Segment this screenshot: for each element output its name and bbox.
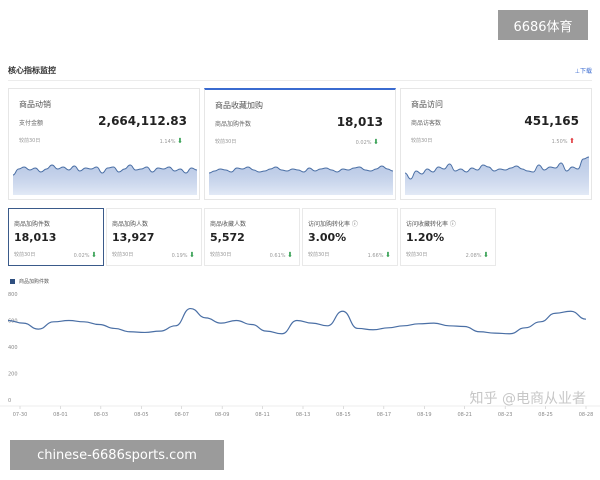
kpi-value: 13,927 <box>112 231 155 244</box>
section-title: 核心指标监控 <box>8 65 56 75</box>
x-tick-label: 07-30 <box>13 412 28 418</box>
arrow-down-icon: ⬇ <box>91 251 97 259</box>
kpi-change-value: 0.61% <box>269 253 286 259</box>
x-tick-label: 08-17 <box>377 412 392 418</box>
kpi-change-value: 2.08% <box>465 253 482 259</box>
kpi-change: 1.66% ⬇ <box>368 251 391 259</box>
arrow-down-icon: ⬇ <box>373 138 379 146</box>
x-tick-label: 08-11 <box>255 412 270 418</box>
x-tick-label: 08-09 <box>215 412 230 418</box>
kpi-visit-favorite-conversion[interactable]: 访问收藏转化率 ⓘ 1.20% 较前30日 2.08% ⬇ <box>400 208 496 266</box>
kpi-compare-label: 较前30日 <box>112 252 134 258</box>
series-line <box>7 307 587 335</box>
x-tick-label: 08-03 <box>94 412 109 418</box>
x-tick-label: 08-01 <box>53 412 68 418</box>
card-title: 商品动销 <box>19 100 51 109</box>
kpi-compare-label: 较前30日 <box>308 252 330 258</box>
card-metric-label: 商品访客数 <box>411 120 442 127</box>
x-tick-label: 08-21 <box>457 412 472 418</box>
watermark-text: 知乎 @电商从业者 <box>469 391 586 407</box>
kpi-change-value: 1.66% <box>367 253 384 259</box>
card-value: 18,013 <box>336 115 383 129</box>
arrow-down-icon: ⬇ <box>483 251 489 259</box>
sparkline-area <box>13 165 197 195</box>
brand-badge: 6686体育 <box>498 10 588 40</box>
sparkline <box>209 165 393 195</box>
x-tick-label: 08-05 <box>134 412 149 418</box>
kpi-change-value: 0.02% <box>73 253 90 259</box>
x-tick-label: 08-28 <box>579 412 594 418</box>
kpi-change: 0.19% ⬇ <box>172 251 195 259</box>
x-tick-label: 08-07 <box>174 412 189 418</box>
kpi-value: 5,572 <box>210 231 245 244</box>
card-change: 1.50% ⬆ <box>552 137 575 145</box>
kpi-title: 商品加购人数 <box>112 221 149 228</box>
card-title: 商品收藏加购 <box>215 101 263 110</box>
card-metric-label: 支付金额 <box>19 120 44 127</box>
card-favorites[interactable]: 商品收藏加购 商品加购件数 18,013 较前30日 0.02% ⬇ <box>204 88 396 200</box>
kpi-value: 18,013 <box>14 231 57 244</box>
kpi-change-value: 0.19% <box>171 253 188 259</box>
card-compare-label: 较前30日 <box>215 139 237 145</box>
y-tick-label: 0 <box>8 398 11 404</box>
y-tick-label: 400 <box>8 345 18 351</box>
kpi-title: 商品加购件数 <box>14 221 51 228</box>
kpi-compare-label: 较前30日 <box>406 252 428 258</box>
kpi-value: 1.20% <box>406 231 445 244</box>
kpi-title: 访问收藏转化率 ⓘ <box>406 221 456 228</box>
y-tick-label: 800 <box>8 292 18 298</box>
card-visits[interactable]: 商品访问 商品访客数 451,165 较前30日 1.50% ⬆ <box>400 88 592 200</box>
download-link[interactable]: ⊥下载 <box>575 66 592 75</box>
card-change-value: 1.14% <box>159 139 176 145</box>
kpi-title: 商品收藏人数 <box>210 221 247 228</box>
card-change-value: 1.50% <box>551 139 568 145</box>
x-tick-label: 08-23 <box>498 412 513 418</box>
x-tick-label: 08-19 <box>417 412 432 418</box>
card-value: 2,664,112.83 <box>98 114 187 128</box>
card-value: 451,165 <box>524 114 579 128</box>
card-compare-label: 较前30日 <box>411 138 433 144</box>
x-tick-label: 08-25 <box>538 412 553 418</box>
kpi-visit-cart-conversion[interactable]: 访问加购转化率 ⓘ 3.00% 较前30日 1.66% ⬇ <box>302 208 398 266</box>
card-title: 商品访问 <box>411 100 443 109</box>
y-tick-label: 200 <box>8 372 18 378</box>
kpi-change: 0.61% ⬇ <box>270 251 293 259</box>
card-sales[interactable]: 商品动销 支付金额 2,664,112.83 较前30日 1.14% ⬇ <box>8 88 200 200</box>
x-tick-label: 08-13 <box>296 412 311 418</box>
card-metric-label: 商品加购件数 <box>215 121 252 128</box>
arrow-down-icon: ⬇ <box>385 251 391 259</box>
arrow-down-icon: ⬇ <box>287 251 293 259</box>
sparkline <box>13 164 197 195</box>
kpi-title: 访问加购转化率 ⓘ <box>308 221 358 228</box>
kpi-change: 0.02% ⬇ <box>74 251 97 259</box>
kpi-compare-label: 较前30日 <box>210 252 232 258</box>
card-change-value: 0.02% <box>355 140 372 146</box>
x-tick-label: 08-15 <box>336 412 351 418</box>
arrow-down-icon: ⬇ <box>177 137 183 145</box>
sparkline <box>405 156 589 195</box>
section-header: 核心指标监控 ⊥下载 <box>8 62 592 78</box>
kpi-favorite-users[interactable]: 商品收藏人数 5,572 较前30日 0.61% ⬇ <box>204 208 300 266</box>
kpi-compare-label: 较前30日 <box>14 252 36 258</box>
arrow-up-icon: ⬆ <box>569 137 575 145</box>
card-compare-label: 较前30日 <box>19 138 41 144</box>
arrow-down-icon: ⬇ <box>189 251 195 259</box>
site-badge: chinese-6686sports.com <box>10 440 224 470</box>
kpi-change: 2.08% ⬇ <box>466 251 489 259</box>
kpi-add-to-cart-items[interactable]: 商品加购件数 18,013 较前30日 0.02% ⬇ <box>8 208 104 266</box>
card-change: 0.02% ⬇ <box>356 138 379 146</box>
card-change: 1.14% ⬇ <box>160 137 183 145</box>
kpi-value: 3.00% <box>308 231 347 244</box>
divider <box>8 80 592 81</box>
kpi-add-to-cart-users[interactable]: 商品加购人数 13,927 较前30日 0.19% ⬇ <box>106 208 202 266</box>
